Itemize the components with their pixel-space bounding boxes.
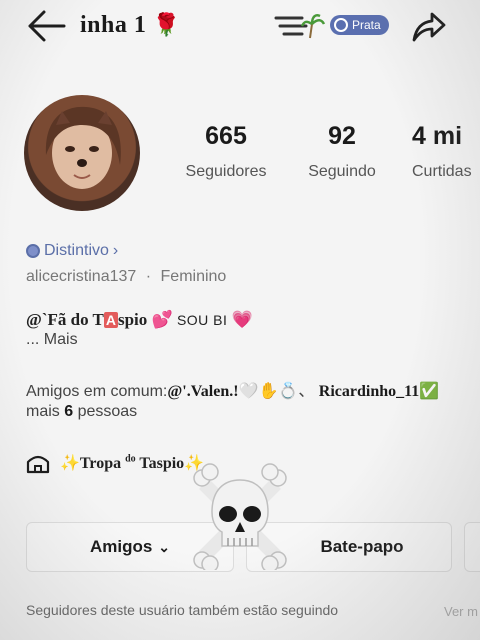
page-title: inha 1 🌹: [80, 12, 181, 38]
share-arrow-icon[interactable]: [408, 6, 448, 46]
mutual-friends-line[interactable]: Amigos em comum:@'.Valen.!🤍✋💍、 Ricardinh…: [26, 377, 439, 401]
avatar-photo: [45, 106, 121, 189]
rose-emoji: 🌹: [152, 12, 181, 37]
username: alicecristina137: [26, 268, 137, 285]
mutual-more-line[interactable]: mais 6 pessoas: [26, 403, 137, 421]
bio-more-link[interactable]: ... Mais: [26, 331, 78, 349]
skull-crossbones-icon: [193, 463, 287, 570]
lines-palm-icon[interactable]: [272, 10, 326, 42]
mutual-friend-2[interactable]: Ricardinho_11: [319, 383, 419, 400]
heart-emoji: 💗: [231, 310, 253, 329]
house-tent-icon: [26, 455, 50, 474]
verified-emoji: ✅: [419, 383, 440, 400]
chevron-right-icon: ›: [112, 242, 119, 259]
friends-button-label: Amigos: [89, 537, 153, 556]
tier-badge-icon: [334, 18, 348, 32]
tier-badge-label: Prata: [352, 18, 381, 32]
likes-label[interactable]: Curtidas: [412, 163, 480, 181]
see-more-link[interactable]: Ver m: [444, 604, 478, 619]
group-link[interactable]: ✨Tropa do Taspio✨: [26, 452, 204, 474]
suggestions-heading: Seguidores deste usuário também estão se…: [26, 602, 339, 618]
gender-label: Feminino: [160, 268, 227, 285]
badge-icon: [26, 244, 40, 258]
badge-label: Distintivo: [44, 242, 109, 259]
badge-link[interactable]: Distintivo ›: [26, 242, 118, 260]
back-arrow-icon[interactable]: [24, 8, 68, 44]
likes-count[interactable]: 4 mi: [412, 122, 480, 151]
followers-label[interactable]: Seguidores: [176, 163, 276, 181]
tier-badge[interactable]: Prata: [330, 15, 389, 35]
more-button[interactable]: [464, 522, 480, 572]
avatar[interactable]: [24, 95, 140, 211]
bio-sou-bi: SOU BI: [176, 312, 228, 328]
bio-highlight-letter: A: [103, 312, 118, 328]
chat-button-label: Bate-papo: [320, 537, 404, 556]
username-line: alicecristina137 · Feminino: [26, 268, 226, 286]
hearts-emoji: 💕: [151, 310, 173, 329]
group-name: ✨Tropa do Taspio✨: [60, 453, 205, 472]
following-count[interactable]: 92: [292, 122, 392, 151]
followers-count[interactable]: 665: [176, 122, 276, 151]
chevron-down-icon: ⌄: [158, 538, 171, 555]
bio-text: @`Fã do T Aspio 💕 SOU BI 💗: [26, 310, 253, 329]
mutual-friend-1[interactable]: @'.Valen.!: [167, 383, 238, 400]
following-label[interactable]: Seguindo: [292, 163, 392, 181]
separator-dot: ·: [145, 268, 152, 285]
